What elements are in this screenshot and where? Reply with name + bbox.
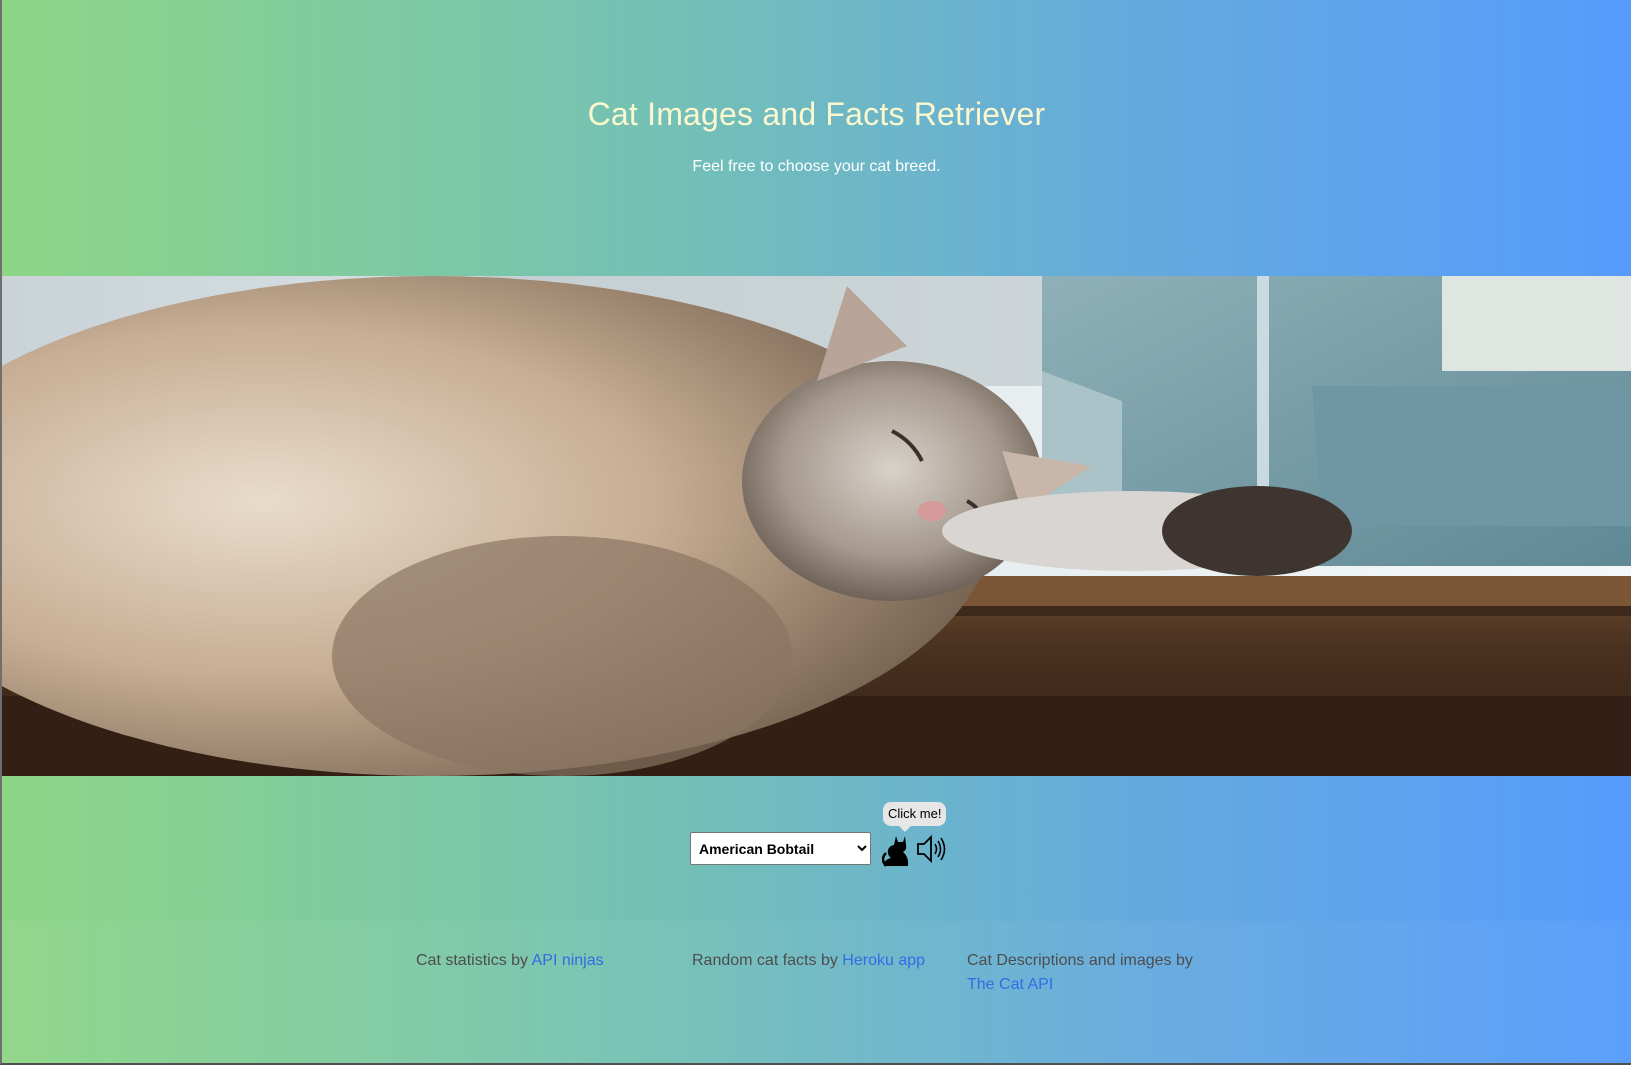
- page-title: Cat Images and Facts Retriever: [587, 96, 1046, 132]
- credit-statistics: Cat statistics by API ninjas: [416, 949, 604, 973]
- controls: American Bobtail Click me!: [2, 776, 1631, 921]
- click-me-tooltip: Click me!: [883, 802, 947, 832]
- credit-facts: Random cat facts by Heroku app: [692, 949, 925, 973]
- credit-descriptions: Cat Descriptions and images by The Cat A…: [967, 949, 1207, 997]
- heroku-app-link[interactable]: Heroku app: [842, 952, 925, 969]
- page: Cat Images and Facts Retriever Feel free…: [0, 0, 1631, 1065]
- the-cat-api-link[interactable]: The Cat API: [967, 976, 1053, 993]
- hero-cat-image: [2, 276, 1631, 776]
- credit-statistics-label: Cat statistics by: [416, 952, 532, 969]
- header: Cat Images and Facts Retriever Feel free…: [2, 0, 1631, 276]
- speaker-icon[interactable]: [915, 833, 947, 865]
- credit-descriptions-label: Cat Descriptions and images by: [967, 952, 1193, 969]
- breed-select[interactable]: American Bobtail: [690, 832, 871, 865]
- api-ninjas-link[interactable]: API ninjas: [532, 952, 604, 969]
- cat-silhouette-icon[interactable]: [881, 833, 910, 867]
- page-subtitle: Feel free to choose your cat breed.: [692, 158, 941, 175]
- footer: Cat statistics by API ninjas Random cat …: [2, 921, 1631, 1063]
- credit-facts-label: Random cat facts by: [692, 952, 843, 969]
